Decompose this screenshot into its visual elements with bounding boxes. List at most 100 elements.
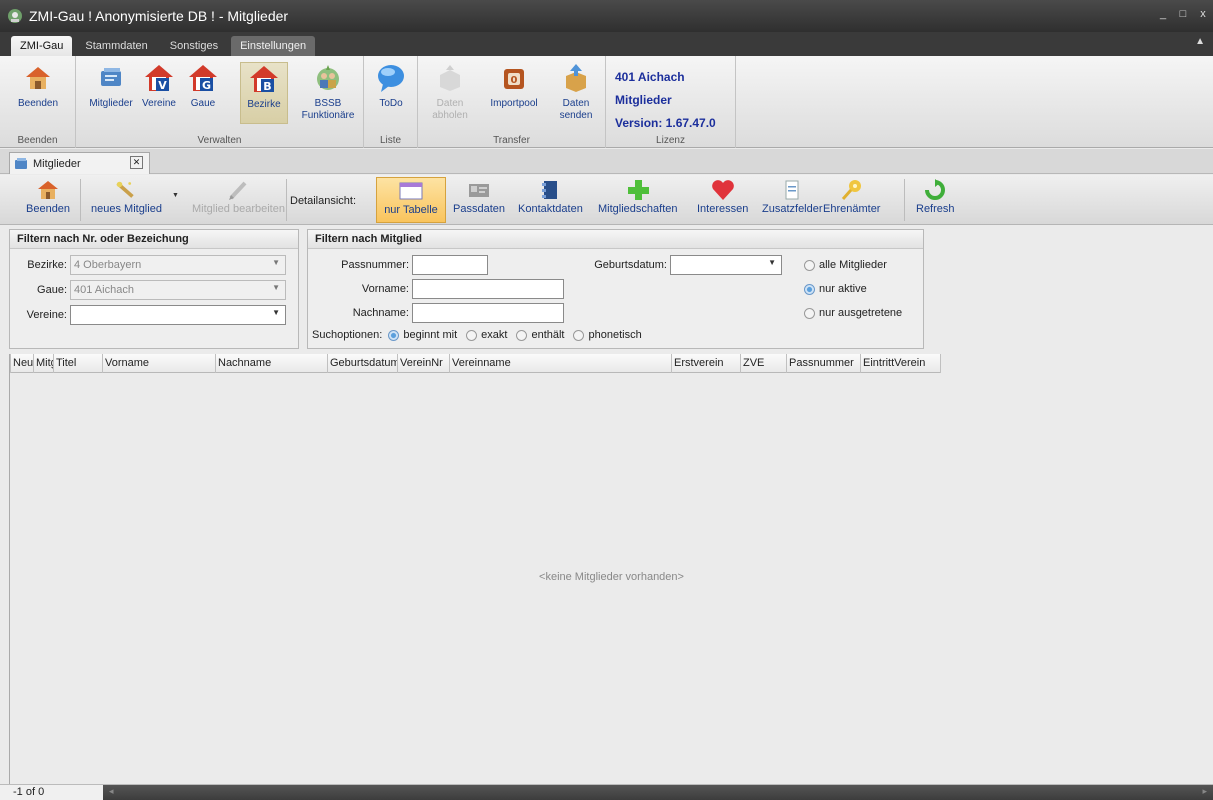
ribbon-collapse-icon[interactable]: ▲ [1195, 36, 1205, 47]
vereine-combo[interactable]: ▼ [70, 305, 286, 325]
vorname-label: Vorname: [361, 283, 409, 295]
col-neu[interactable]: Neu [10, 354, 34, 373]
col-zve[interactable]: ZVE [741, 354, 787, 373]
status-alle-label: alle Mitglieder [819, 259, 887, 271]
ribbon-mitglieder-button[interactable]: Mitglieder [84, 62, 138, 124]
col-vereinname[interactable]: Vereinname [450, 354, 672, 373]
col-erstverein[interactable]: Erstverein [672, 354, 741, 373]
zusatzfelder-button[interactable]: Zusatzfelder [758, 177, 827, 223]
house-exit-icon [36, 177, 60, 203]
tab-sonstiges[interactable]: Sonstiges [161, 36, 227, 56]
such-option-beginnt-mit[interactable]: beginnt mit [388, 329, 457, 341]
neues-mitglied-button[interactable]: neues Mitglied [87, 177, 166, 223]
mitgliedschaften-button[interactable]: Mitgliedschaften [594, 177, 682, 223]
ribbon-vereine-label: Vereine [142, 98, 176, 109]
ribbon-gaue-button[interactable]: G Gaue [180, 62, 226, 124]
such-option-exakt[interactable]: exakt [466, 329, 507, 341]
id-card-icon [467, 177, 491, 203]
ribbon-beenden-button[interactable]: Beenden [11, 62, 65, 124]
phonebook-icon [538, 177, 562, 203]
passnummer-row: Passnummer: [312, 255, 488, 275]
scroll-left-icon[interactable]: ◂ [109, 786, 114, 797]
ribbon-importpool-button[interactable]: 0 Importpool [484, 62, 544, 124]
bezirke-value: 4 Oberbayern [74, 259, 142, 271]
filter-nr-title: Filtern nach Nr. oder Bezeichung [10, 230, 298, 249]
ribbon-bssb-label-1: BSSB [314, 98, 342, 109]
col-vorname[interactable]: Vorname [103, 354, 216, 373]
toolbar-beenden-label: Beenden [26, 203, 71, 215]
ribbon-daten-senden-button[interactable]: Daten senden [552, 62, 600, 124]
ribbon-daten-senden-label-2: senden [559, 110, 593, 121]
group-label-lizenz: Lizenz [656, 135, 685, 146]
ribbon-daten-abholen-button[interactable]: Daten abholen [426, 62, 474, 124]
col-eintrittverein[interactable]: EintrittVerein [861, 354, 941, 373]
minimize-button[interactable]: _ [1153, 8, 1173, 20]
refresh-button[interactable]: Refresh [912, 177, 959, 223]
status-aktive[interactable]: nur aktive [804, 283, 867, 295]
col-titel[interactable]: Titel [54, 354, 103, 373]
chevron-down-icon[interactable]: ▼ [172, 192, 179, 199]
radio-unchecked [804, 259, 815, 271]
col-mitg[interactable]: Mitg [34, 354, 54, 373]
ehrenaemter-button[interactable]: Ehrenämter [819, 177, 884, 223]
status-ausgetretene[interactable]: nur ausgetretene [804, 307, 902, 319]
toolbar-beenden-button[interactable]: Beenden [22, 177, 74, 223]
ribbon: Beenden Beenden Mitglieder V Vereine G G… [0, 56, 1213, 148]
col-geburtsdatum[interactable]: Geburtsdatum [328, 354, 398, 373]
tab-zmi-gau[interactable]: ZMI-Gau [11, 36, 73, 56]
tab-einstellungen[interactable]: Einstellungen [231, 36, 316, 56]
gaue-combo[interactable]: 401 Aichach ▼ [70, 280, 286, 300]
group-label-transfer: Transfer [493, 135, 530, 146]
scroll-right-icon[interactable]: ▸ [1202, 786, 1207, 797]
filter-panel-nr: Filtern nach Nr. oder Bezeichung Bezirke… [9, 229, 299, 349]
close-tab-icon[interactable]: ✕ [130, 156, 143, 169]
status-alle[interactable]: alle Mitglieder [804, 259, 887, 271]
passdaten-button[interactable]: Passdaten [449, 177, 509, 223]
radio-unchecked [466, 329, 478, 341]
col-vereinnr[interactable]: VereinNr [398, 354, 450, 373]
bezirke-combo[interactable]: 4 Oberbayern ▼ [70, 255, 286, 275]
such-option-enthaelt[interactable]: enthält [516, 329, 564, 341]
app-icon [7, 8, 23, 24]
ribbon-bezirke-label: Bezirke [247, 99, 281, 110]
nachname-input[interactable] [412, 303, 564, 323]
ribbon-vereine-button[interactable]: V Vereine [134, 62, 184, 124]
geburtsdatum-picker[interactable]: ▼ [670, 255, 782, 275]
horizontal-scrollbar[interactable]: ◂ ▸ [103, 785, 1213, 800]
window-title: ZMI-Gau ! Anonymisierte DB ! - Mitgliede… [29, 8, 289, 24]
mitglied-bearbeiten-button[interactable]: Mitglied bearbeiten [188, 177, 289, 223]
passnummer-input[interactable] [412, 255, 488, 275]
kontaktdaten-button[interactable]: Kontaktdaten [514, 177, 587, 223]
ribbon-bezirke-button[interactable]: B Bezirke [240, 62, 288, 124]
close-button[interactable]: x [1193, 8, 1213, 20]
such-option-label: beginnt mit [403, 329, 458, 341]
nachname-row: Nachname: [312, 303, 564, 323]
svg-text:V: V [158, 79, 167, 92]
col-passnummer[interactable]: Passnummer [787, 354, 861, 373]
vorname-input[interactable] [412, 279, 564, 299]
house-g-icon: G [187, 62, 219, 94]
col-nachname[interactable]: Nachname [216, 354, 328, 373]
maximize-button[interactable]: □ [1173, 8, 1193, 20]
vereine-label: Vereine: [26, 309, 67, 321]
doc-tab-mitglieder[interactable]: Mitglieder ✕ [9, 152, 150, 174]
mitgliedschaften-label: Mitgliedschaften [598, 203, 678, 215]
chevron-down-icon: ▼ [768, 258, 776, 267]
ribbon-bssb-funktionaere-button[interactable]: BSSB Funktionäre [298, 62, 358, 124]
ribbon-todo-button[interactable]: ToDo [366, 62, 416, 124]
upload-box-icon [560, 62, 592, 94]
nur-tabelle-button[interactable]: nur Tabelle [376, 177, 446, 223]
such-option-phonetisch[interactable]: phonetisch [573, 329, 642, 341]
ribbon-daten-abholen-label-2: abholen [432, 110, 468, 121]
ribbon-group-verwalten: Mitglieder V Vereine G Gaue B Bezirke BS… [76, 56, 364, 148]
doc-tab-label: Mitglieder [33, 157, 81, 170]
tab-stammdaten[interactable]: Stammdaten [76, 36, 156, 56]
radio-checked [804, 283, 815, 295]
license-line-3: Version: 1.67.47.0 [615, 116, 716, 130]
ribbon-bssb-label-2: Funktionäre [301, 110, 355, 121]
interessen-button[interactable]: Interessen [693, 177, 752, 223]
mitglied-bearbeiten-label: Mitglied bearbeiten [192, 203, 285, 215]
house-b-icon: B [248, 63, 280, 95]
refresh-label: Refresh [916, 203, 955, 215]
such-option-label: exakt [481, 329, 508, 341]
